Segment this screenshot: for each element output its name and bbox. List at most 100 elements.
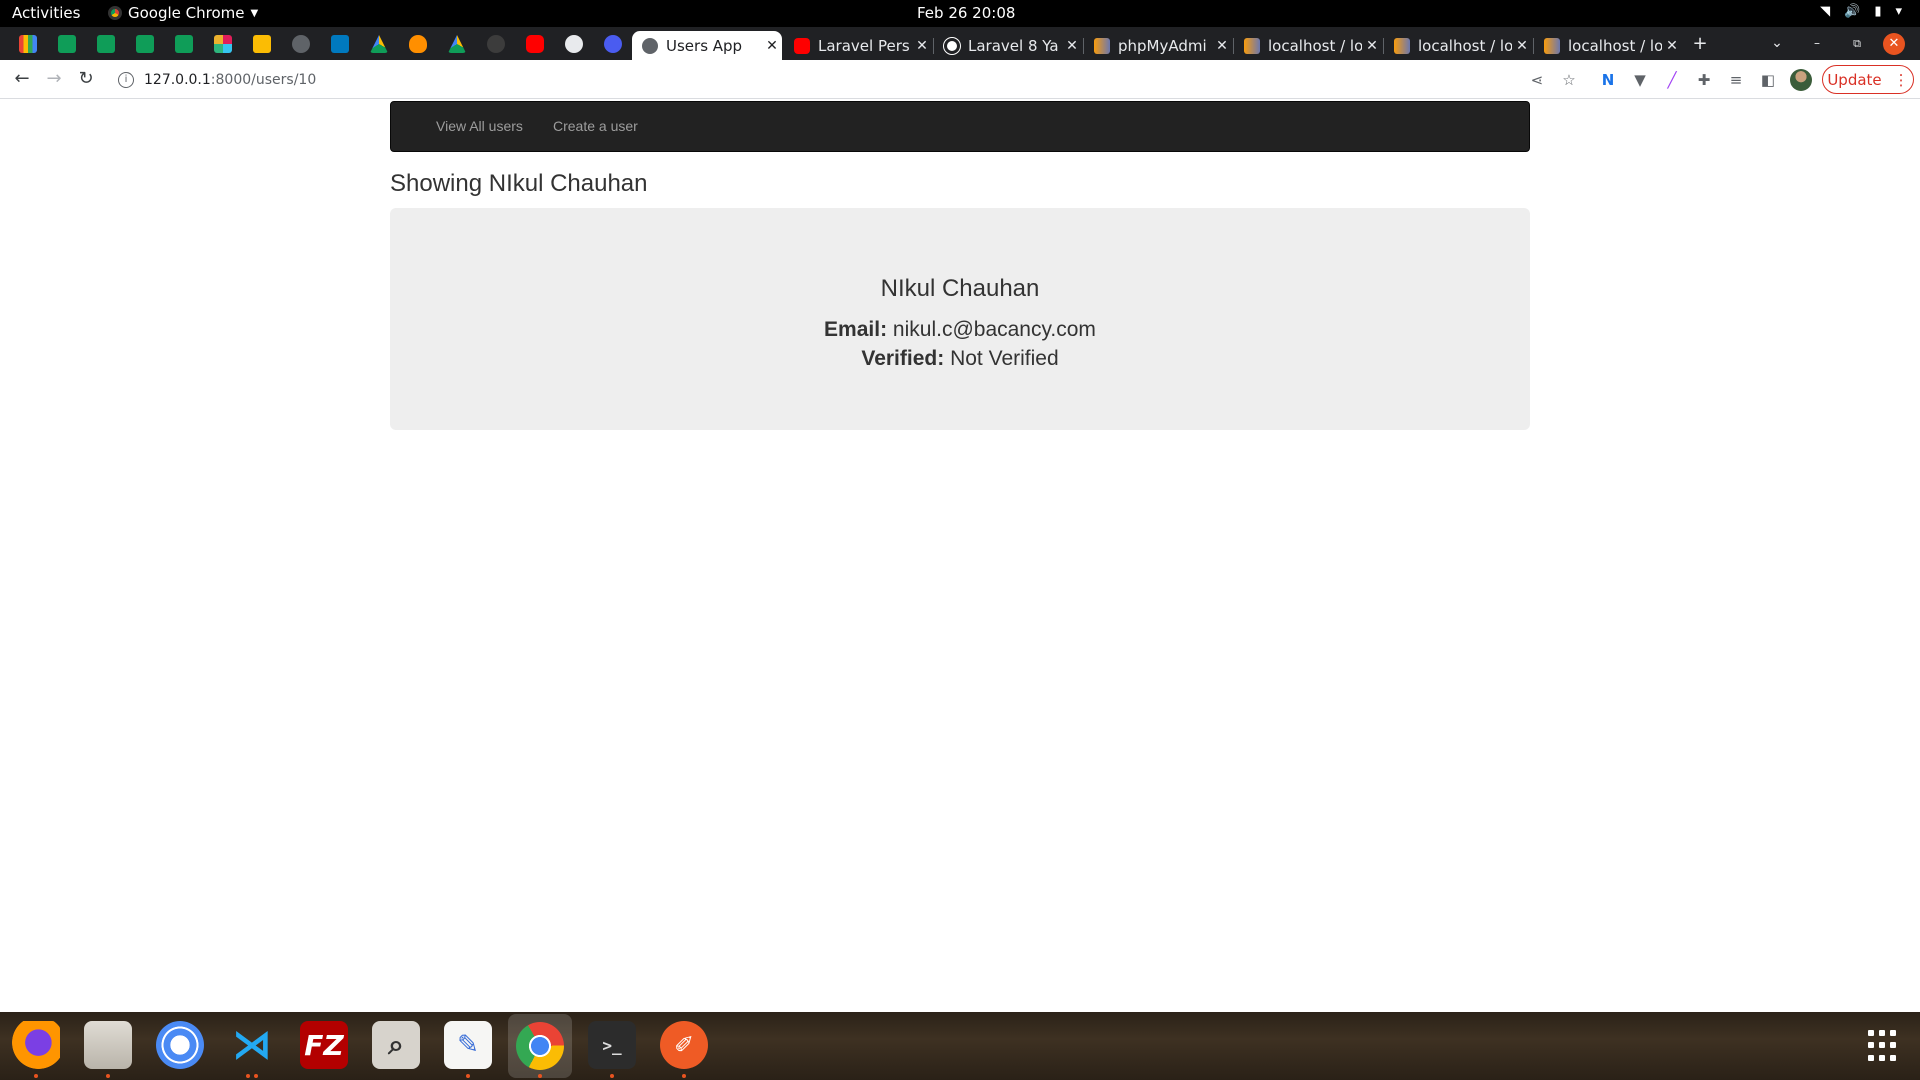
extension-n-icon[interactable]: N xyxy=(1598,70,1618,90)
user-email: nikul.c@bacancy.com xyxy=(892,318,1096,341)
filezilla-icon[interactable]: FZ xyxy=(300,1021,348,1069)
tab-strip: Users App ✕ Laravel Pers ✕ Laravel 8 Ya … xyxy=(0,27,1920,60)
globe-tab-icon[interactable] xyxy=(292,35,310,53)
close-icon[interactable]: ✕ xyxy=(912,38,932,54)
github-tab-icon[interactable] xyxy=(487,35,505,53)
window-close-icon[interactable]: ✕ xyxy=(1883,33,1905,55)
phpmyadmin-icon xyxy=(1394,37,1410,54)
site-navbar: View All users Create a user xyxy=(390,101,1530,152)
status-area[interactable]: ◥ 🔊 ▮ ▾ xyxy=(1820,4,1902,19)
close-icon[interactable]: ✕ xyxy=(1212,38,1232,54)
chromium-icon[interactable] xyxy=(156,1021,204,1069)
app-menu-label: Google Chrome xyxy=(128,4,245,22)
tab-laravel-pers[interactable]: Laravel Pers ✕ xyxy=(784,31,932,60)
app-menu[interactable]: Google Chrome ▼ xyxy=(108,4,258,22)
wifi-icon: ◥ xyxy=(1820,4,1831,19)
reading-list-icon[interactable]: ≡ xyxy=(1726,70,1746,90)
phpmyadmin-icon xyxy=(1094,37,1110,54)
tab-localhost-1[interactable]: localhost / lo ✕ xyxy=(1234,31,1382,60)
drive-tab-icon[interactable] xyxy=(448,35,466,53)
pen-extension-icon[interactable]: ╱ xyxy=(1662,70,1682,90)
terminal-icon[interactable]: >_ xyxy=(588,1021,636,1069)
vscode-icon[interactable]: ⋊ xyxy=(228,1021,276,1069)
close-icon[interactable]: ✕ xyxy=(1062,38,1082,54)
restore-icon[interactable]: ⧉ xyxy=(1845,37,1869,51)
tab-title: Users App xyxy=(666,36,743,55)
trello-tab-icon[interactable] xyxy=(331,35,349,53)
page-viewport: View All users Create a user Showing NIk… xyxy=(0,100,1920,1012)
info-icon[interactable]: i xyxy=(118,71,134,88)
ubuntu-dock: ⋊ FZ ⌕ ✎ >_ ✐ xyxy=(0,1012,1920,1080)
nav-view-all-users[interactable]: View All users xyxy=(436,118,523,134)
tab-title: localhost / lo xyxy=(1268,36,1362,55)
nav-create-user[interactable]: Create a user xyxy=(553,118,638,134)
close-icon[interactable]: ✕ xyxy=(1662,38,1682,54)
youtube-tab-icon[interactable] xyxy=(526,35,544,53)
chrome-logo xyxy=(516,1022,564,1070)
kebab-menu-icon: ⋮ xyxy=(1893,70,1909,89)
url-path: :8000/users/10 xyxy=(210,71,317,88)
tab-title: localhost / lo xyxy=(1418,36,1512,55)
address-bar[interactable]: i 127.0.0.1:8000/users/10 xyxy=(108,65,1528,94)
firefox-icon[interactable] xyxy=(12,1021,60,1069)
phpmyadmin-icon xyxy=(1244,37,1260,54)
tab-localhost-2[interactable]: localhost / lo ✕ xyxy=(1384,31,1532,60)
update-button[interactable]: Update ⋮ xyxy=(1822,65,1914,94)
vue-devtools-icon[interactable]: ▼ xyxy=(1630,70,1650,90)
chrome-icon[interactable] xyxy=(508,1014,572,1078)
gmail-tab-icon[interactable] xyxy=(19,35,37,53)
text-editor-icon[interactable]: ✎ xyxy=(444,1021,492,1069)
close-icon[interactable]: ✕ xyxy=(1362,38,1382,54)
tab-title: localhost / lo xyxy=(1568,36,1662,55)
tab-search-chevron-icon[interactable]: ⌄ xyxy=(1765,35,1789,51)
running-indicator xyxy=(682,1074,686,1078)
keep-tab-icon[interactable] xyxy=(253,35,271,53)
battery-icon: ▮ xyxy=(1874,4,1882,19)
minimize-icon[interactable]: – xyxy=(1805,36,1829,50)
sheets-tab-icon[interactable] xyxy=(175,35,193,53)
clock[interactable]: Feb 26 20:08 xyxy=(917,4,1015,22)
user-verified-line: Verified: Not Verified xyxy=(390,344,1530,373)
postman-icon[interactable]: ✐ xyxy=(660,1021,708,1069)
reload-icon[interactable]: ↻ xyxy=(74,67,98,91)
share-icon[interactable]: ⋖ xyxy=(1527,70,1547,90)
sheets-tab-icon[interactable] xyxy=(97,35,115,53)
show-applications-icon[interactable] xyxy=(1868,1030,1900,1062)
image-viewer-icon[interactable]: ⌕ xyxy=(372,1021,420,1069)
close-icon[interactable]: ✕ xyxy=(762,38,782,54)
url-text[interactable]: 127.0.0.1:8000/users/10 xyxy=(144,72,316,88)
puzzle-extensions-icon[interactable]: ✚ xyxy=(1694,70,1714,90)
tab-title: phpMyAdmi xyxy=(1118,36,1207,55)
tab-title: Laravel Pers xyxy=(818,36,910,55)
new-tab-plus-icon[interactable]: + xyxy=(1688,33,1712,54)
files-icon[interactable] xyxy=(84,1021,132,1069)
drive-tab-icon[interactable] xyxy=(370,35,388,53)
running-indicator xyxy=(610,1074,614,1078)
bookmark-star-icon[interactable]: ☆ xyxy=(1559,70,1579,90)
sync-tab-icon[interactable] xyxy=(604,35,622,53)
tab-users-app[interactable]: Users App ✕ xyxy=(632,31,782,60)
tab-laravel-8[interactable]: Laravel 8 Ya ✕ xyxy=(934,31,1082,60)
tab-localhost-3[interactable]: localhost / lo ✕ xyxy=(1534,31,1682,60)
volume-icon: 🔊 xyxy=(1844,4,1861,19)
phpmyadmin-icon xyxy=(1544,37,1560,54)
back-arrow-icon[interactable]: ← xyxy=(10,67,34,91)
caret-down-icon: ▾ xyxy=(1895,4,1902,19)
app-tab-icon[interactable] xyxy=(565,35,583,53)
tab-phpmyadmin[interactable]: phpMyAdmi ✕ xyxy=(1084,31,1232,60)
firebase-tab-icon[interactable] xyxy=(409,35,427,53)
user-name: NIkul Chauhan xyxy=(880,275,1040,302)
verified-label: Verified: xyxy=(861,347,945,370)
sheets-tab-icon[interactable] xyxy=(136,35,154,53)
tab-title: Laravel 8 Ya xyxy=(968,36,1059,55)
profile-avatar[interactable] xyxy=(1790,69,1812,91)
slack-tab-icon[interactable] xyxy=(214,35,232,53)
running-indicator xyxy=(254,1074,258,1078)
forward-arrow-icon[interactable]: → xyxy=(42,67,66,91)
running-indicator xyxy=(466,1074,470,1078)
chat-tab-icon[interactable] xyxy=(58,35,76,53)
close-icon[interactable]: ✕ xyxy=(1512,38,1532,54)
activities-button[interactable]: Activities xyxy=(12,4,80,22)
side-panel-icon[interactable]: ◧ xyxy=(1758,70,1778,90)
page-title: Showing NIkul Chauhan xyxy=(390,170,648,197)
